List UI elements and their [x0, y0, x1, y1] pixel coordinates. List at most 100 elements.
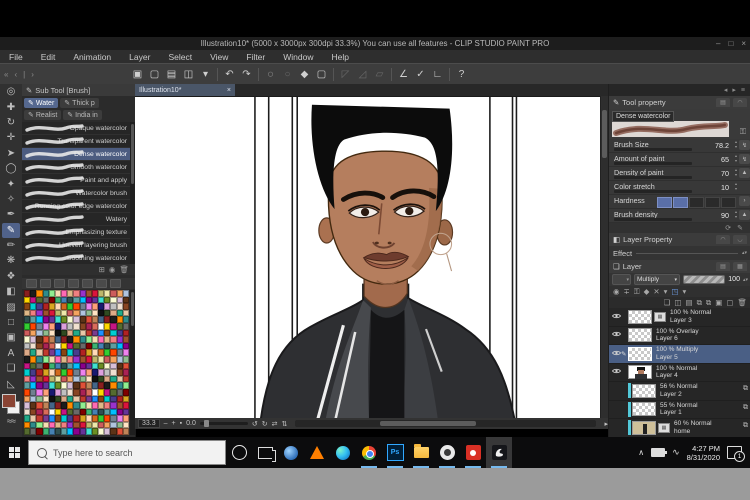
color-swatch[interactable]	[122, 402, 129, 409]
tool-property-brush-size[interactable]: Brush Size 78.2 ▴ ▾ ↯	[609, 139, 750, 153]
layer-tool-icon[interactable]: ▾	[664, 287, 668, 296]
balloon-tool[interactable]: ❑	[2, 361, 20, 376]
menu-view[interactable]: View	[201, 52, 237, 62]
canvas-nav-icon[interactable]: ↻	[262, 420, 268, 428]
menu-select[interactable]: Select	[159, 52, 201, 62]
menu-window[interactable]: Window	[274, 52, 322, 62]
menu-animation[interactable]: Animation	[64, 52, 120, 62]
layer-thumbnail[interactable]	[628, 346, 652, 361]
close-button[interactable]: ×	[741, 39, 746, 48]
layer-action-icon[interactable]: ❏	[664, 298, 671, 307]
color-set-header-icon[interactable]	[96, 279, 107, 288]
brush-item[interactable]: Dense watercolor	[22, 148, 135, 161]
layer-visibility-eye-icon[interactable]	[611, 368, 621, 376]
layer-thumbnail[interactable]	[628, 365, 652, 380]
color-swatch[interactable]	[122, 408, 129, 416]
tool-property-hardness[interactable]: Hardness ›	[609, 195, 750, 209]
brush-tool[interactable]: ✎	[2, 222, 20, 238]
layer-panel-header[interactable]: ❏ Layer ▤ ▦	[609, 260, 750, 273]
layer-thumbnail[interactable]	[632, 402, 656, 417]
document-tab-close-icon[interactable]: ×	[227, 87, 231, 94]
panel-tab-stub[interactable]: ◡	[733, 235, 747, 244]
taskbar-search[interactable]: Type here to search	[28, 440, 226, 465]
layer-thumbnail[interactable]	[632, 420, 656, 435]
color-swatch[interactable]	[122, 415, 129, 422]
color-set-header-icon[interactable]	[40, 279, 51, 288]
zoom-out-button[interactable]: –	[164, 420, 168, 427]
layer-row-layer-6[interactable]: 100 % Overlay Layer 6	[609, 327, 750, 345]
subtool-footer-icon[interactable]: ⊞	[99, 265, 105, 274]
layer-row-layer-2[interactable]: 56 % Normal Layer 2 ⧉	[609, 382, 750, 401]
file-explorer-app[interactable]	[408, 437, 434, 468]
toolbar-nav-icon[interactable]: ›	[31, 70, 34, 79]
text-tool[interactable]: A	[2, 346, 20, 361]
maximize-button[interactable]: □	[728, 39, 733, 48]
taskbar-clock[interactable]: 4:27 PM 8/31/2020	[687, 444, 720, 462]
fill-tool[interactable]: ◧	[2, 284, 20, 299]
layer-action-icon[interactable]: ⧉	[706, 298, 711, 308]
redo-icon[interactable]: ↷	[238, 67, 255, 82]
layer-tool-icon[interactable]: ◳	[671, 287, 678, 296]
clip-studio-app[interactable]	[486, 437, 512, 468]
color-swatch[interactable]	[122, 290, 129, 297]
property-extra-button[interactable]: ›	[739, 196, 750, 206]
layer-thumbnail[interactable]	[628, 328, 652, 343]
canvas-nav-icon[interactable]: ⇄	[272, 420, 278, 428]
brush-item[interactable]: Opaque watercolor	[22, 122, 135, 135]
brush-item[interactable]: Soothing watercolor	[22, 252, 135, 264]
brush-item[interactable]: Uneven layering brush	[22, 239, 135, 252]
property-slider[interactable]	[614, 148, 692, 151]
property-slider[interactable]	[614, 162, 692, 165]
layer-tool-icon[interactable]: ✕	[653, 287, 659, 296]
layer-tool-icon[interactable]: ⚿	[634, 287, 640, 297]
layer-action-icon[interactable]: ▢	[726, 298, 733, 307]
document-tab[interactable]: Illustration10* ×	[135, 84, 235, 96]
color-set-header-icon[interactable]	[54, 279, 65, 288]
cortana-button[interactable]	[226, 437, 252, 468]
decoration-tool[interactable]: ❋	[2, 253, 20, 268]
panel-tab-stub[interactable]: ▦	[733, 262, 747, 271]
layer-action-icon[interactable]: ▤	[685, 298, 692, 307]
obs-app[interactable]	[434, 437, 460, 468]
figure-tool[interactable]: □	[2, 315, 20, 330]
subtool-footer-icon[interactable]: ◉	[109, 265, 116, 274]
layer-tool-icon[interactable]: ◆	[644, 287, 650, 296]
transparent-color-icon[interactable]: ≈≈	[7, 416, 16, 426]
color-swatch[interactable]	[122, 362, 129, 370]
panel-tab-stub[interactable]: ◠	[716, 235, 730, 244]
property-slider[interactable]	[614, 218, 692, 221]
foreground-color-swatch[interactable]	[2, 393, 16, 408]
property-spinner[interactable]: ▴ ▾	[735, 167, 737, 177]
edge-app[interactable]	[330, 437, 356, 468]
canvas-horizontal-scrollbar[interactable]	[295, 420, 597, 427]
layer-property-header[interactable]: ◧ Layer Property ◠ ◡	[609, 233, 750, 246]
new-file-icon[interactable]: ▢	[146, 67, 163, 82]
tool-property-amount-of-paint[interactable]: Amount of paint 65 ▴ ▾ ↯	[609, 153, 750, 167]
blend-tool[interactable]: ❖	[2, 269, 20, 284]
layer-visibility-eye-icon[interactable]	[611, 350, 621, 358]
snap-check-icon[interactable]: ✓	[412, 67, 429, 82]
layer-action-icon[interactable]: ◫	[674, 298, 681, 307]
color-swatch[interactable]	[122, 428, 129, 435]
layer-action-icon[interactable]: ⧉	[697, 298, 702, 308]
property-extra-button[interactable]: ▲	[739, 168, 750, 178]
layer-row-layer-4[interactable]: 100 % Normal Layer 4	[609, 364, 750, 382]
recorder-app[interactable]	[460, 437, 486, 468]
subtool-tab-india-in[interactable]: ✎ India in	[63, 110, 102, 120]
subtool-panel-header[interactable]: ✎ Sub Tool [Brush]	[22, 84, 135, 96]
brush-item[interactable]: Smooth watercolor	[22, 161, 135, 174]
property-slider[interactable]	[614, 176, 692, 179]
menu-edit[interactable]: Edit	[32, 52, 65, 62]
tool-property-footer-icon[interactable]: ⟳	[725, 224, 731, 232]
canvas[interactable]	[135, 96, 600, 419]
tool-property-brush-density[interactable]: Brush density 90 ▴ ▾ ▲	[609, 209, 750, 223]
move-tool[interactable]: ✛	[2, 130, 20, 145]
chrome-app[interactable]	[356, 437, 382, 468]
panel-tab-stub[interactable]: ▤	[716, 98, 730, 107]
panel-tab-stub[interactable]: ▤	[716, 262, 730, 271]
pen-tool[interactable]: ✒	[2, 207, 20, 222]
toolbar-nav-icon[interactable]: ‹	[14, 70, 17, 79]
zoom-slider[interactable]	[199, 420, 248, 427]
panel-tab-stub[interactable]: ◠	[733, 98, 747, 107]
color-swatch[interactable]	[122, 342, 129, 350]
